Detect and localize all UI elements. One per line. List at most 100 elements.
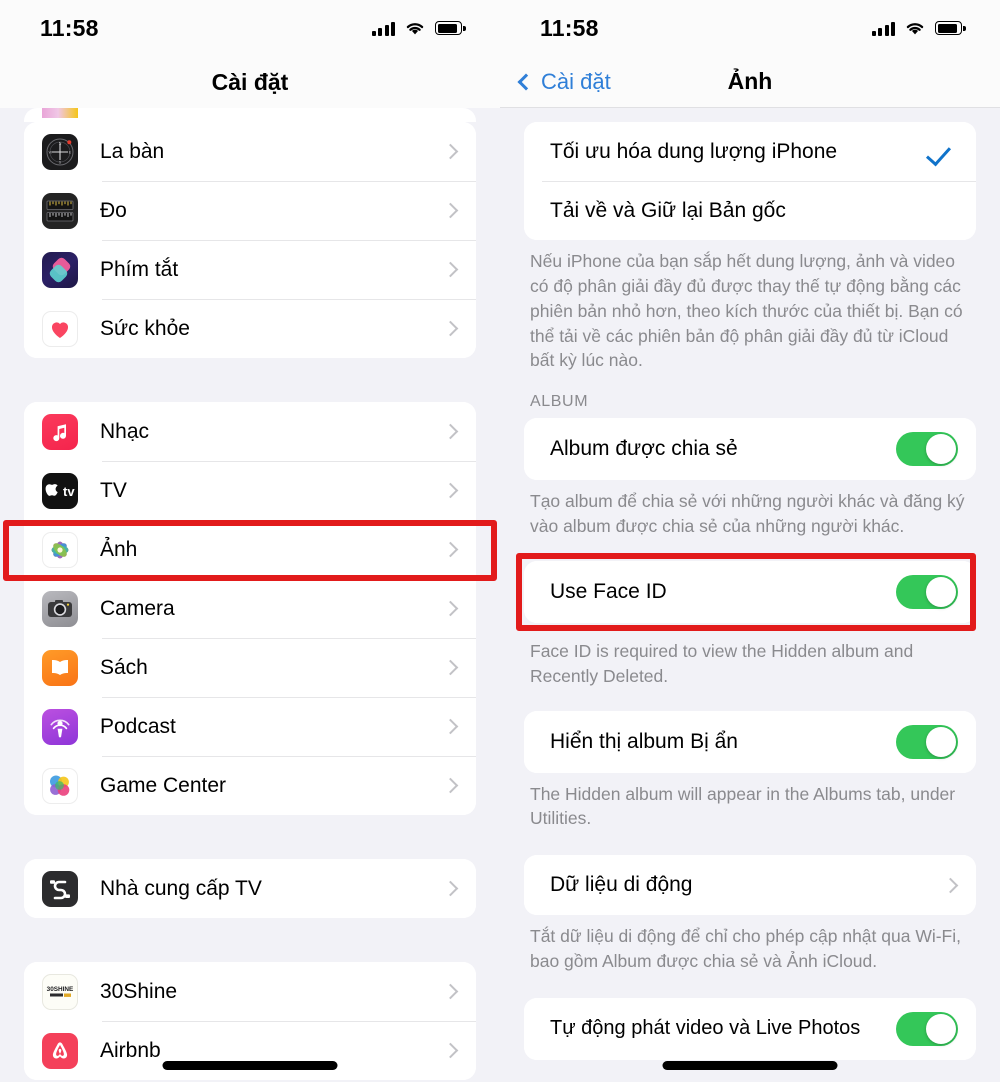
chevron-left-icon (517, 73, 535, 90)
face-id-footer-text: Face ID is required to view the Hidden a… (530, 640, 914, 686)
page-title: Ảnh (727, 68, 773, 94)
cellular-data-footer-text: Tắt dữ liệu di động để chỉ cho phép cập … (530, 926, 961, 972)
chevron-right-icon (442, 261, 459, 278)
chevron-right-icon (942, 877, 959, 894)
tv-provider-icon (42, 870, 78, 907)
status-bar-right: 11:58 (500, 0, 1000, 56)
face-id-wrapper: Use Face ID (500, 552, 1000, 631)
row-label: Tự động phát video và Live Photos (550, 1017, 861, 1040)
storage-options-card: Tối ưu hóa dung lượng iPhone Tải về và G… (524, 122, 976, 240)
photos-settings-list[interactable]: Tối ưu hóa dung lượng iPhone Tải về và G… (500, 108, 1000, 1082)
chevron-right-icon (442, 320, 459, 337)
chevron-right-icon (442, 423, 459, 440)
row-use-face-id[interactable]: Use Face ID (524, 560, 976, 623)
shortcuts-app-icon (42, 251, 78, 288)
chevron-right-icon (442, 1042, 459, 1059)
chevron-right-icon (442, 983, 459, 1000)
books-app-icon (42, 649, 78, 686)
sidebar-item-airbnb[interactable]: Airbnb (24, 1021, 476, 1080)
settings-list-left[interactable]: N S E W La bàn Đo Phím tắt Sức khỏe Nhạc… (0, 108, 500, 1080)
nav-bar-left: Cài đặt (0, 56, 500, 108)
battery-icon (435, 21, 466, 35)
wifi-icon (906, 23, 924, 35)
sidebar-item-camera[interactable]: Camera (24, 579, 476, 638)
status-bar-left: 11:58 (0, 0, 500, 56)
sidebar-item-health[interactable]: Sức khỏe (24, 299, 476, 358)
row-shared-album[interactable]: Album được chia sẻ (524, 418, 976, 481)
shared-album-card: Album được chia sẻ (524, 418, 976, 481)
sidebar-item-label: Airbnb (100, 1038, 161, 1062)
chevron-right-icon (442, 880, 459, 897)
battery-icon (935, 21, 966, 35)
sidebar-item-tv-provider[interactable]: Nhà cung cấp TV (24, 859, 476, 918)
chevron-right-icon (442, 541, 459, 558)
svg-text:W: W (49, 150, 53, 154)
tv-app-icon: tv (42, 472, 78, 509)
chevron-right-icon (442, 143, 459, 160)
30shine-app-icon: 30SHINE (42, 973, 78, 1010)
option-label: Tải về và Giữ lại Bản gốc (550, 198, 786, 222)
album-section-header: ALBUM (530, 393, 589, 411)
row-show-hidden-album[interactable]: Hiển thị album Bị ẩn (524, 710, 976, 773)
sidebar-item-photos[interactable]: Ảnh (24, 520, 476, 579)
status-bar-icons (371, 20, 466, 36)
row-label: Dữ liệu di động (550, 873, 693, 897)
sidebar-item-music[interactable]: Nhạc (24, 402, 476, 461)
chevron-right-icon (442, 600, 459, 617)
partial-app-icon (42, 108, 78, 118)
row-cellular-data[interactable]: Dữ liệu di động (524, 855, 976, 916)
home-indicator-left (162, 1061, 338, 1070)
chevron-right-icon (442, 718, 459, 735)
sidebar-item-podcast[interactable]: Podcast (24, 697, 476, 756)
sidebar-item-label: Sách (100, 655, 148, 679)
back-button-label: Cài đặt (541, 68, 611, 94)
sidebar-item-label: Ảnh (100, 537, 138, 561)
autoplay-toggle[interactable] (896, 1011, 958, 1046)
sidebar-item-tv[interactable]: tv TV (24, 461, 476, 520)
row-autoplay[interactable]: Tự động phát video và Live Photos (524, 997, 976, 1060)
measure-app-icon (42, 192, 78, 229)
show-hidden-album-toggle[interactable] (896, 724, 958, 759)
home-indicator-right (662, 1061, 838, 1070)
row-label: Hiển thị album Bị ẩn (550, 729, 738, 753)
row-label: Use Face ID (550, 579, 667, 603)
shared-album-toggle[interactable] (896, 432, 958, 467)
sidebar-item-label: La bàn (100, 139, 165, 163)
hidden-album-footer-text: The Hidden album will appear in the Albu… (530, 783, 956, 829)
autoplay-card: Tự động phát video và Live Photos (524, 997, 976, 1060)
shared-album-footer-text: Tạo album để chia sẻ với những người khá… (530, 491, 965, 537)
cellular-data-card: Dữ liệu di động (524, 855, 976, 916)
option-label: Tối ưu hóa dung lượng iPhone (550, 139, 838, 163)
compass-app-icon: N S E W (42, 133, 78, 170)
sidebar-item-game-center[interactable]: Game Center (24, 756, 476, 815)
sidebar-item-books[interactable]: Sách (24, 638, 476, 697)
checkmark-icon (930, 145, 954, 159)
hidden-album-card: Hiển thị album Bị ẩn (524, 710, 976, 773)
sidebar-item-measure[interactable]: Đo (24, 181, 476, 240)
sidebar-item-label: Phím tắt (100, 257, 179, 281)
wifi-icon (406, 23, 424, 35)
chevron-right-icon (442, 202, 459, 219)
chevron-right-icon (442, 777, 459, 794)
svg-text:E: E (69, 150, 72, 154)
status-bar-clock: 11:58 (540, 14, 599, 41)
svg-text:S: S (59, 160, 62, 164)
camera-app-icon (42, 590, 78, 627)
face-id-card: Use Face ID (524, 560, 976, 623)
cellular-bars-icon (371, 21, 395, 36)
sidebar-item-shortcuts[interactable]: Phím tắt (24, 240, 476, 299)
use-face-id-toggle[interactable] (896, 574, 958, 609)
dual-screenshot-container: 11:58 Cài đặt N S E W La bàn Đo Phím tắt… (0, 0, 1000, 1082)
music-app-icon (42, 413, 78, 450)
svg-text:tv: tv (63, 484, 75, 499)
back-button[interactable]: Cài đặt (517, 68, 611, 95)
status-bar-icons (871, 20, 966, 36)
sidebar-item-label: Nhà cung cấp TV (100, 876, 262, 900)
game-center-app-icon (42, 767, 78, 804)
sidebar-item-compass[interactable]: N S E W La bàn (24, 122, 476, 181)
sidebar-item-30shine[interactable]: 30SHINE 30Shine (24, 962, 476, 1021)
option-optimize-storage[interactable]: Tối ưu hóa dung lượng iPhone (524, 122, 976, 181)
sidebar-item-label: Nhạc (100, 419, 150, 443)
option-download-keep-originals[interactable]: Tải về và Giữ lại Bản gốc (524, 181, 976, 240)
sidebar-item-label: Game Center (100, 773, 227, 797)
